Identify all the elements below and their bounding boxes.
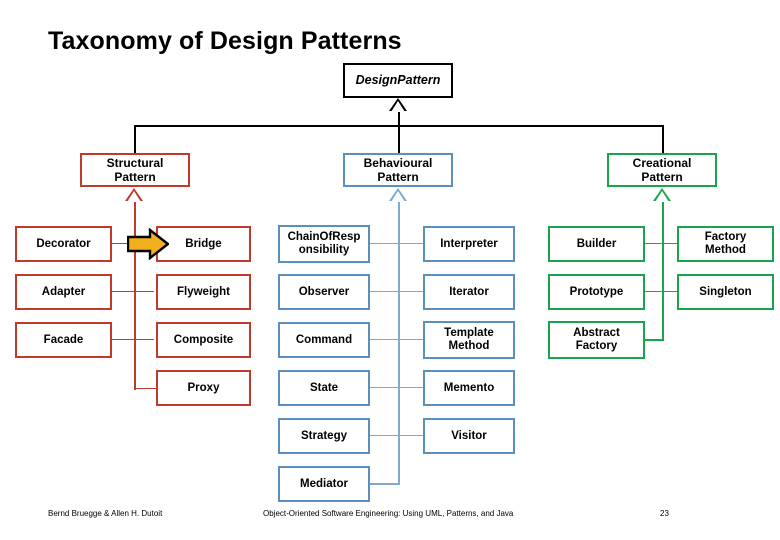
- class-label-template-line2: Method: [448, 340, 490, 352]
- class-label-factory-line1: Factory: [704, 231, 747, 243]
- class-box-proxy[interactable]: Proxy: [156, 370, 251, 406]
- class-box-abstract-factory[interactable]: Abstract Factory: [548, 321, 645, 359]
- connector-structural-row3: [112, 339, 154, 340]
- class-box-behavioural-pattern[interactable]: Behavioural Pattern: [343, 153, 453, 187]
- connector-structural-row2: [112, 291, 154, 292]
- class-label-visitor: Visitor: [451, 429, 487, 442]
- connector-behavioural-row2: [370, 291, 425, 292]
- class-box-flyweight[interactable]: Flyweight: [156, 274, 251, 310]
- class-box-structural-pattern[interactable]: Structural Pattern: [80, 153, 190, 187]
- class-box-factory-method[interactable]: Factory Method: [677, 226, 774, 262]
- class-label-chain-line2: onsibility: [298, 244, 350, 256]
- class-label-chain-line1: ChainOfResp: [287, 231, 361, 243]
- class-label-structural-line2: Pattern: [114, 170, 156, 184]
- class-label-behavioural-line2: Pattern: [377, 170, 419, 184]
- class-box-observer[interactable]: Observer: [278, 274, 370, 310]
- class-label-abstract-line2: Factory: [575, 340, 618, 352]
- connector-behavioural-row4: [370, 387, 425, 388]
- class-label-flyweight: Flyweight: [176, 285, 231, 298]
- class-label-mediator: Mediator: [300, 477, 348, 490]
- class-label-observer: Observer: [298, 285, 350, 298]
- connector-structural-row4: [134, 388, 156, 389]
- class-label-bridge: Bridge: [185, 237, 222, 250]
- class-box-command[interactable]: Command: [278, 322, 370, 358]
- footer-page-number: 23: [660, 509, 669, 518]
- connector-behavioural-row3: [370, 339, 425, 340]
- class-label-design-pattern: DesignPattern: [355, 73, 441, 87]
- class-box-prototype[interactable]: Prototype: [548, 274, 645, 310]
- class-box-interpreter[interactable]: Interpreter: [423, 226, 515, 262]
- class-box-decorator[interactable]: Decorator: [15, 226, 112, 262]
- class-label-facade: Facade: [43, 333, 84, 346]
- highlight-arrow-icon: [126, 227, 170, 265]
- connector-behavioural-row5: [370, 435, 425, 436]
- class-box-chain-of-responsibility[interactable]: ChainOfResp onsibility: [278, 225, 370, 263]
- connector-creational-row2: [645, 291, 679, 292]
- class-label-abstract-line1: Abstract: [573, 327, 620, 339]
- class-box-builder[interactable]: Builder: [548, 226, 645, 262]
- connector-bus-to-creational: [662, 125, 664, 154]
- class-box-strategy[interactable]: Strategy: [278, 418, 370, 454]
- footer-book-title: Object-Oriented Software Engineering: Us…: [263, 509, 514, 518]
- class-box-visitor[interactable]: Visitor: [423, 418, 515, 454]
- class-box-memento[interactable]: Memento: [423, 370, 515, 406]
- class-box-state[interactable]: State: [278, 370, 370, 406]
- class-box-creational-pattern[interactable]: Creational Pattern: [607, 153, 717, 187]
- connector-creational-elbow-abstract-factory: [645, 339, 664, 341]
- class-label-proxy: Proxy: [187, 381, 220, 394]
- slide-canvas: Taxonomy of Design Patterns DesignPatter…: [0, 0, 780, 540]
- connector-behavioural-row1: [370, 243, 425, 244]
- class-label-memento: Memento: [443, 381, 495, 394]
- arrow-right-icon: [126, 227, 170, 261]
- class-label-builder: Builder: [576, 237, 617, 250]
- class-label-composite: Composite: [173, 333, 234, 346]
- class-box-design-pattern[interactable]: DesignPattern: [343, 63, 453, 98]
- connector-root-stem: [398, 110, 400, 153]
- class-box-composite[interactable]: Composite: [156, 322, 251, 358]
- connector-behavioural-elbow-mediator: [370, 483, 400, 485]
- class-label-decorator: Decorator: [36, 237, 91, 250]
- class-label-behavioural-line1: Behavioural: [363, 156, 433, 170]
- connector-bus-to-structural: [134, 125, 136, 154]
- class-label-prototype: Prototype: [569, 285, 624, 298]
- page-title: Taxonomy of Design Patterns: [48, 27, 402, 55]
- class-label-template-line1: Template: [444, 327, 494, 339]
- class-box-bridge[interactable]: Bridge: [156, 226, 251, 262]
- class-label-interpreter: Interpreter: [440, 237, 498, 250]
- class-label-adapter: Adapter: [41, 285, 86, 298]
- class-box-singleton[interactable]: Singleton: [677, 274, 774, 310]
- class-label-creational-line2: Pattern: [641, 170, 683, 184]
- connector-creational-row1: [645, 243, 679, 244]
- class-label-factory-line2: Method: [705, 244, 746, 256]
- connector-creational-trunk: [662, 200, 664, 340]
- class-box-facade[interactable]: Facade: [15, 322, 112, 358]
- class-label-iterator: Iterator: [449, 285, 489, 298]
- class-label-creational-line1: Creational: [632, 156, 692, 170]
- footer-authors: Bernd Bruegge & Allen H. Dutoit: [48, 509, 163, 518]
- connector-root-bus: [134, 125, 663, 127]
- class-box-template-method[interactable]: Template Method: [423, 321, 515, 359]
- class-label-structural-line1: Structural: [106, 156, 164, 170]
- class-box-iterator[interactable]: Iterator: [423, 274, 515, 310]
- class-box-mediator[interactable]: Mediator: [278, 466, 370, 502]
- class-label-singleton: Singleton: [699, 285, 752, 298]
- class-label-strategy: Strategy: [300, 429, 348, 442]
- class-label-command: Command: [295, 333, 353, 346]
- class-label-state: State: [309, 381, 339, 394]
- class-box-adapter[interactable]: Adapter: [15, 274, 112, 310]
